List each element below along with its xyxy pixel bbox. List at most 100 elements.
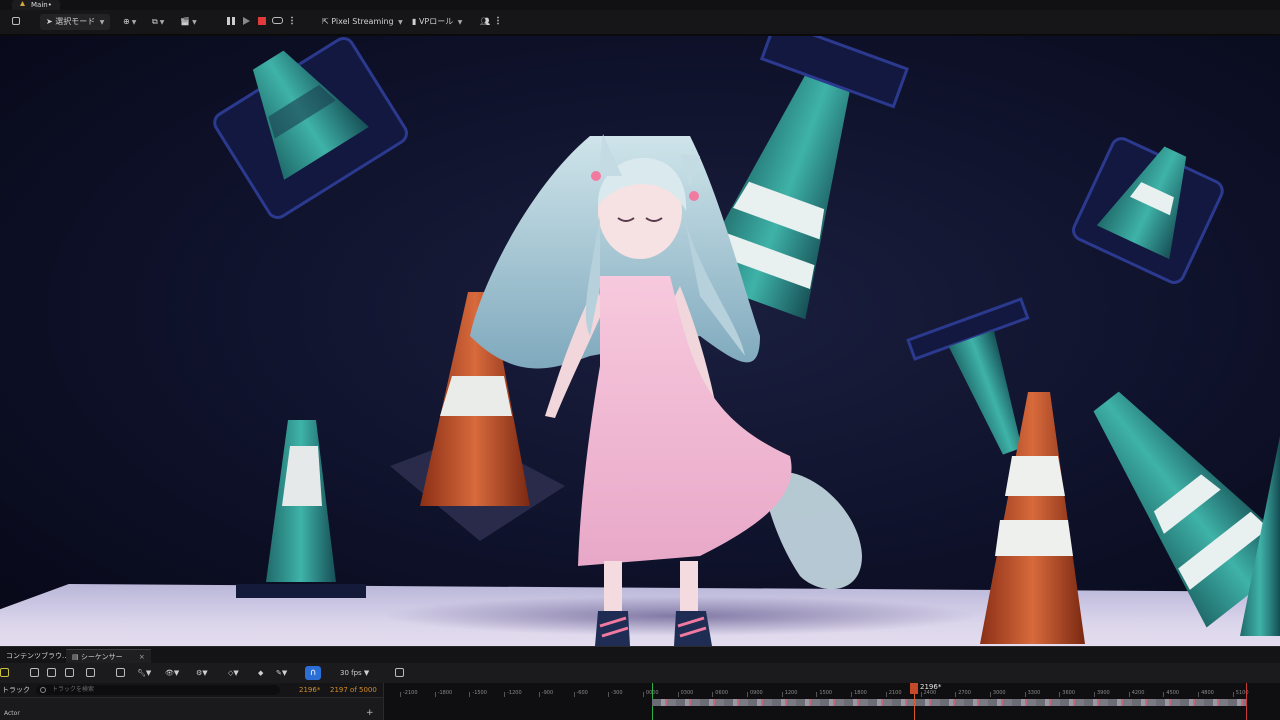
playback-range-end[interactable] — [1246, 683, 1247, 720]
render-movie-button[interactable] — [65, 666, 74, 680]
chevron-down-icon: ▼ — [233, 669, 239, 677]
ruler-tick — [677, 692, 679, 697]
ruler-tick — [608, 692, 610, 697]
ruler-tick-label: -2100 — [403, 690, 418, 696]
ruler-tick-label: -1200 — [507, 690, 522, 696]
multi-user-button[interactable]: 👥︎ — [480, 14, 490, 30]
ruler-tick — [781, 692, 783, 697]
ruler-tick-label: -1500 — [472, 690, 487, 696]
ruler-tick — [989, 692, 991, 697]
playhead-label: 2196* — [920, 683, 942, 691]
stop-icon — [258, 17, 266, 25]
frame-position-label: 2197 of 5000 — [330, 686, 377, 694]
key-icon — [116, 668, 125, 677]
ruler-tick-label: 3300 — [1027, 690, 1041, 696]
chevron-down-icon: ▼ — [173, 669, 180, 677]
actor-label: Actor — [4, 710, 20, 717]
chevron-down-icon: ▼ — [202, 669, 208, 677]
tab-sequencer[interactable]: ▤ シーケンサー × — [66, 649, 151, 663]
auto-key-button[interactable]: ◆ — [258, 666, 263, 680]
curve-editor-button[interactable] — [395, 666, 404, 680]
bottom-panel-tabs: コンテンツブラウ… ▤ シーケンサー × — [0, 646, 1280, 663]
ruler-tick — [469, 692, 471, 697]
tab-main-label: Main• — [31, 1, 52, 9]
pause-icon — [227, 17, 235, 25]
ruler-tick-label: 3000 — [992, 690, 1006, 696]
possess-button[interactable] — [272, 14, 283, 30]
chevron-down-icon: ▼ — [145, 669, 152, 677]
ruler-tick-label: 0900 — [750, 690, 763, 696]
chevron-down-icon: ▼ — [131, 19, 137, 26]
play-options-button[interactable] — [291, 14, 293, 30]
select-mode-icon: ➤ — [46, 17, 53, 26]
pause-button[interactable] — [227, 14, 235, 30]
toolbar-more-button[interactable] — [497, 14, 499, 30]
save-icon[interactable] — [12, 14, 20, 30]
diamond-filled-icon: ◆ — [258, 669, 264, 677]
tab-content-browser[interactable]: コンテンツブラウ… — [0, 649, 75, 663]
track-label[interactable]: トラック — [2, 683, 30, 697]
tab-sequencer-label: シーケンサー — [80, 653, 123, 661]
tab-main[interactable]: Main• — [12, 0, 60, 10]
vp-role-dropdown[interactable]: ▮ VPロール ▼ — [412, 14, 462, 30]
play-button[interactable] — [243, 14, 250, 30]
edit-tool-button[interactable]: ✎▼ — [276, 666, 287, 680]
save-sequence-button[interactable] — [30, 666, 39, 680]
ruler-tick — [573, 692, 575, 697]
camera-cut-button[interactable] — [86, 666, 95, 680]
chevron-down-icon: ▼ — [281, 669, 288, 677]
ruler-tick — [885, 692, 887, 697]
playhead-handle[interactable] — [910, 683, 918, 694]
stop-button[interactable] — [258, 14, 266, 30]
view-options-button[interactable]: 👁︎▼ — [165, 666, 179, 680]
ruler-tick — [434, 692, 436, 697]
animation-clip-track[interactable] — [652, 699, 1246, 706]
track-search-input[interactable]: トラックを検索 — [36, 685, 280, 695]
ruler-tick — [538, 692, 540, 697]
ruler-tick — [1198, 692, 1200, 697]
find-in-browser-button[interactable] — [47, 666, 56, 680]
snap-toggle[interactable]: ∩ — [305, 666, 321, 680]
ruler-tick — [747, 692, 748, 697]
gamepad-icon — [272, 17, 283, 24]
ruler-tick — [642, 692, 644, 697]
add-track-icon — [0, 668, 9, 677]
multi-user-icon: 👥︎ — [480, 17, 491, 26]
blueprint-button[interactable]: ⧉ ▼ — [152, 14, 164, 30]
ruler-tick-label: -1800 — [437, 690, 453, 696]
actor-track-row[interactable]: Actor + — [0, 697, 383, 720]
key-interp-button[interactable]: ◇▼ — [228, 666, 239, 680]
ruler-tick-label: 4200 — [1131, 690, 1145, 696]
ruler-tick — [920, 692, 922, 697]
settings-button[interactable]: 🔧︎▼ — [137, 666, 151, 680]
scene-render — [213, 36, 1280, 646]
wrench-icon: 🔧︎ — [137, 669, 146, 677]
more-vertical-icon — [497, 16, 499, 25]
add-actor-button[interactable]: ⊕ ▼ — [123, 14, 136, 30]
fps-label: 30 fps — [340, 669, 362, 677]
more-vertical-icon — [291, 16, 293, 25]
level-viewport[interactable] — [0, 36, 1280, 646]
browse-icon — [47, 668, 56, 677]
vp-role-icon: ▮ — [412, 17, 417, 26]
select-mode-dropdown[interactable]: ➤ 選択モード ▼ — [40, 14, 111, 30]
add-track-button[interactable] — [0, 666, 9, 680]
cinematics-button[interactable]: 🎬︎ ▼ — [180, 14, 197, 30]
ruler-tick — [504, 692, 506, 697]
chevron-down-icon: ▼ — [99, 19, 105, 26]
add-icon[interactable]: + — [366, 708, 374, 718]
track-search-placeholder: トラックを検索 — [52, 686, 95, 693]
key-all-button[interactable] — [116, 666, 125, 680]
timeline-ruler[interactable]: -2100-1800-1500-1200-900-600-30000000300… — [383, 683, 1280, 720]
title-bar: Main• — [0, 0, 1280, 10]
tab-content-browser-label: コンテンツブラウ… — [6, 652, 69, 660]
close-icon[interactable]: × — [139, 653, 145, 661]
ruler-tick-label: 1800 — [854, 690, 867, 696]
vp-role-label: VPロール — [418, 17, 454, 26]
fps-dropdown[interactable]: 30 fps ▼ — [340, 666, 369, 680]
current-frame-field[interactable]: 2196* — [299, 683, 320, 697]
playback-options-button[interactable]: ⚙▼ — [196, 666, 208, 680]
traffic-cone — [1093, 391, 1280, 628]
blueprint-icon: ⧉ — [152, 17, 158, 26]
pixel-streaming-dropdown[interactable]: ⇱ Pixel Streaming ▼ — [322, 14, 403, 30]
